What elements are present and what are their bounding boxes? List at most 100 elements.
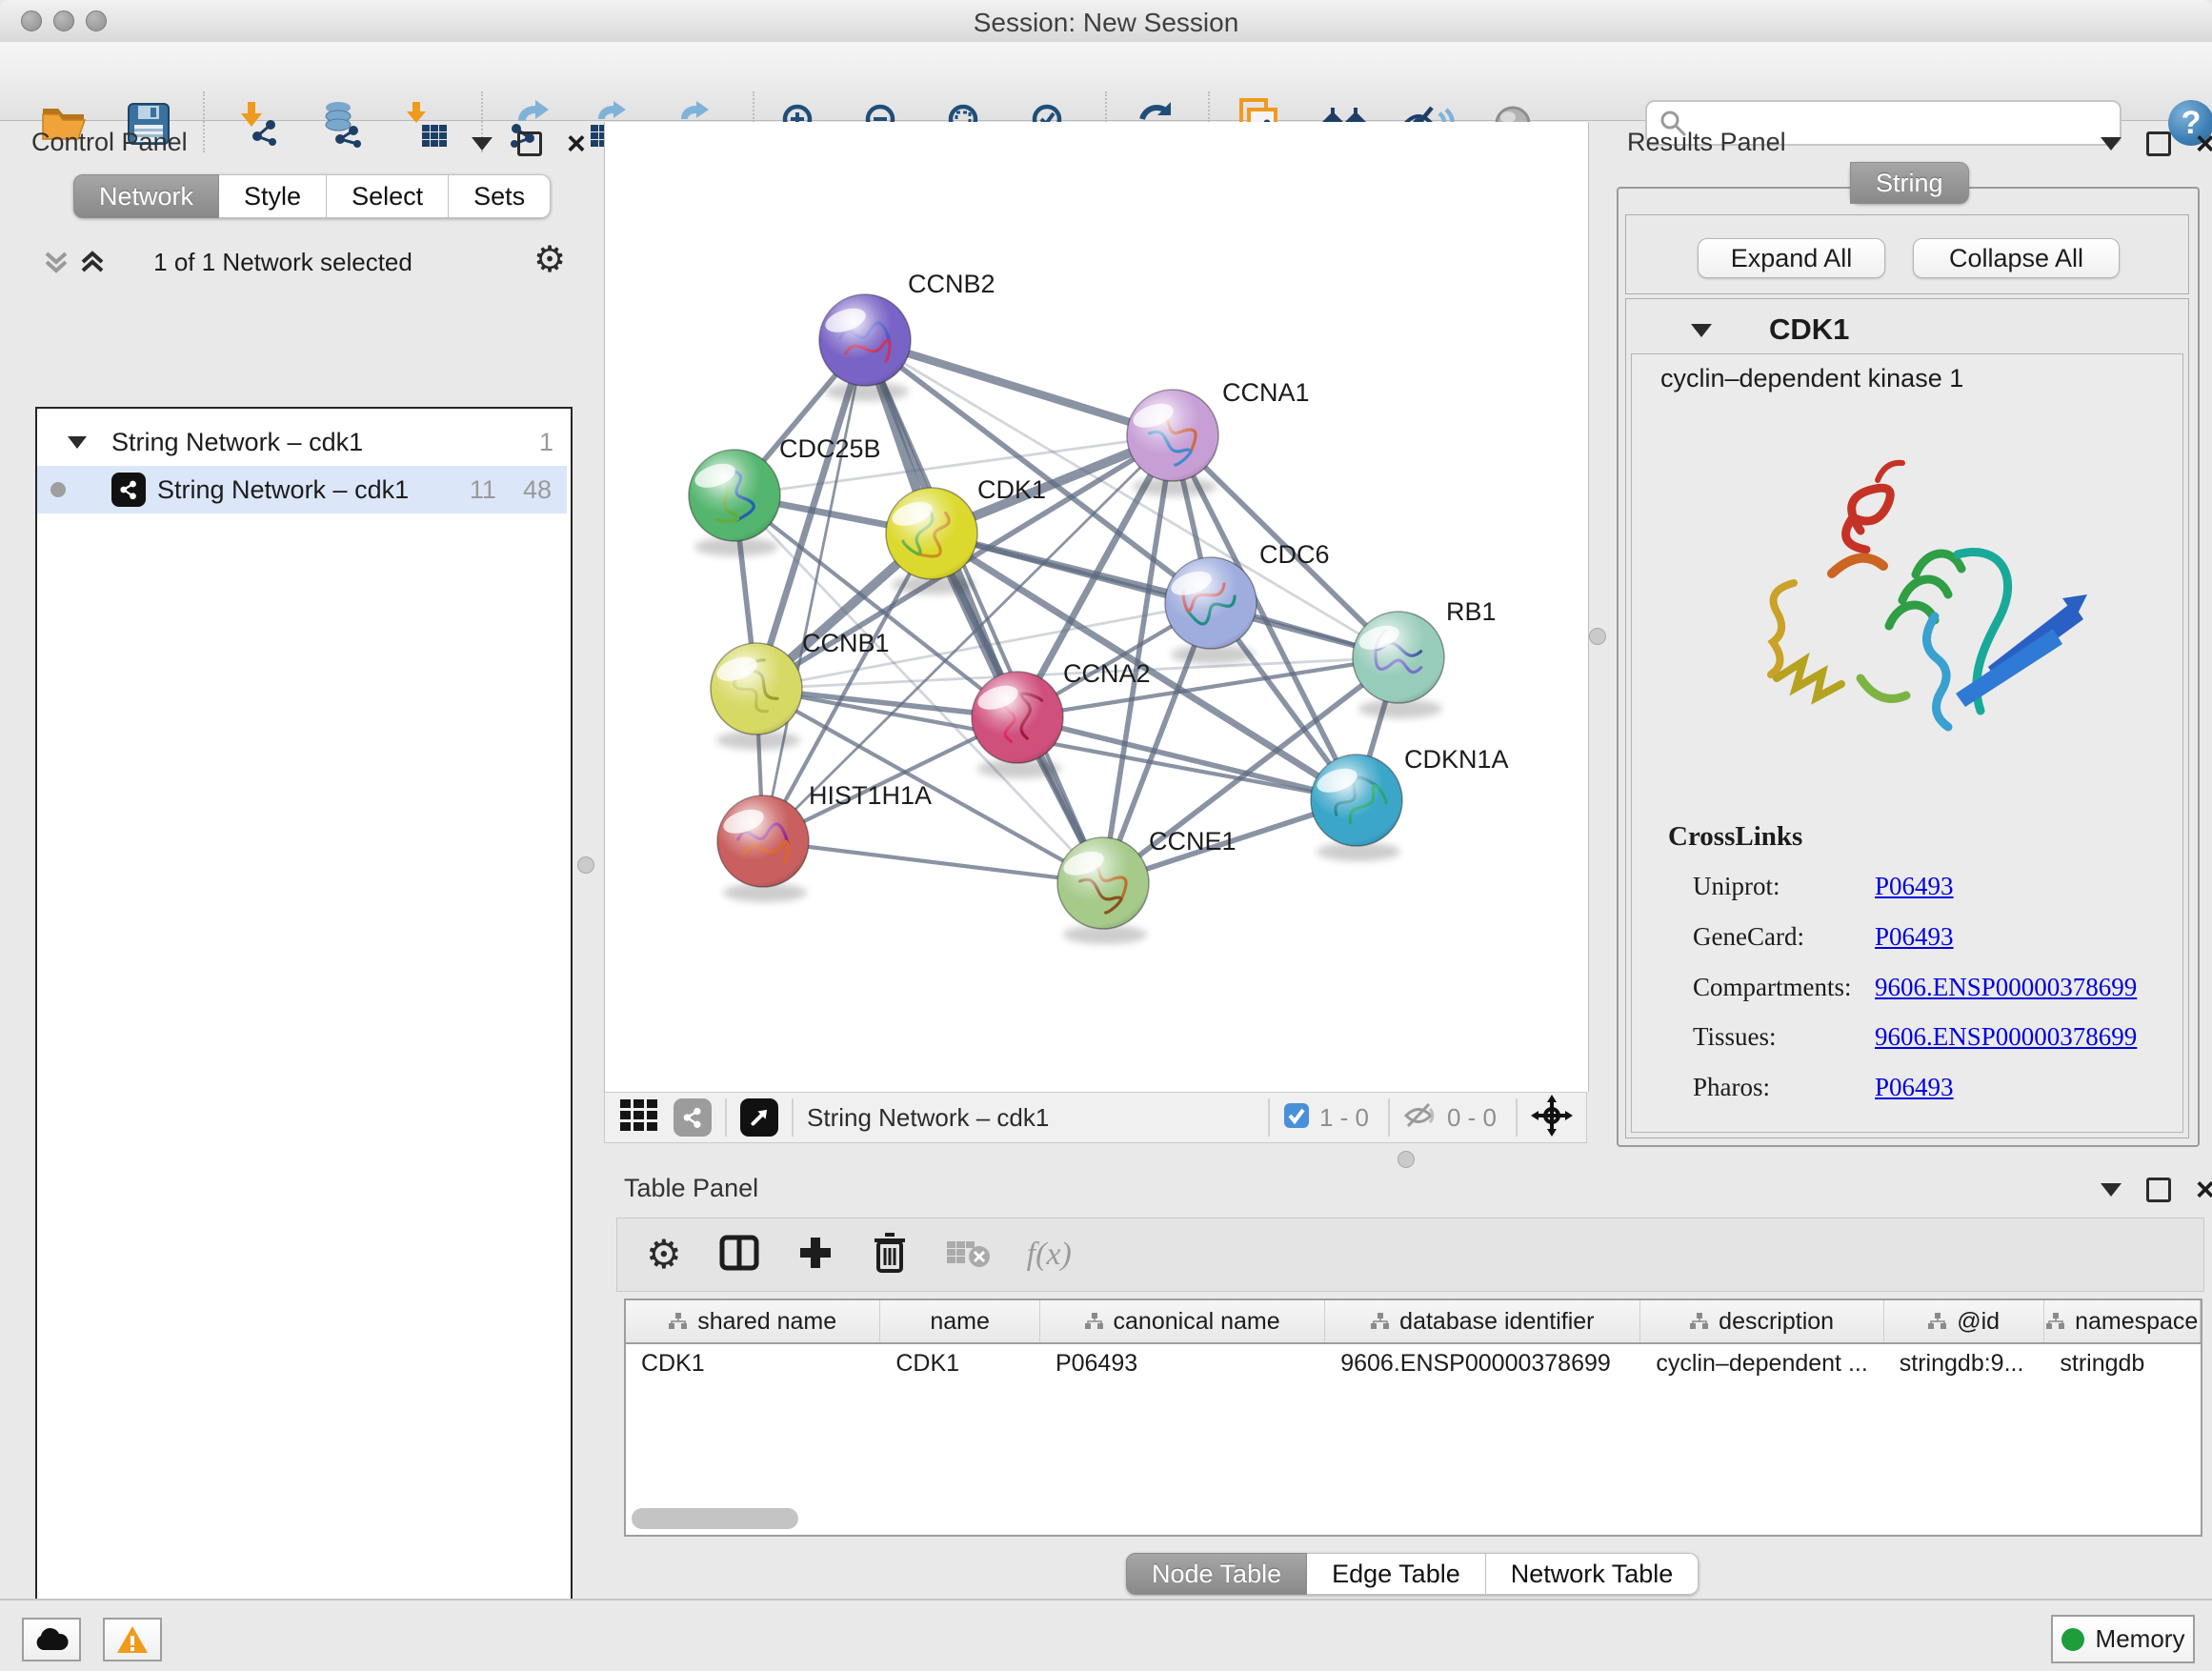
- tab-sets[interactable]: Sets: [449, 174, 551, 218]
- column-header-name[interactable]: name: [880, 1300, 1040, 1342]
- warning-status-button[interactable]: [103, 1618, 162, 1661]
- tab-select[interactable]: Select: [327, 174, 449, 218]
- panel-close-icon[interactable]: ×: [2196, 1180, 2212, 1199]
- crosslink-row: GeneCard:: [1693, 922, 1804, 952]
- table-cell[interactable]: stringdb: [2044, 1344, 2201, 1382]
- panel-menu-icon[interactable]: [2101, 1183, 2122, 1197]
- table-horizontal-scrollbar[interactable]: [632, 1508, 798, 1529]
- toolbar-separator: [1388, 1098, 1390, 1137]
- network-options-gear-icon[interactable]: ⚙: [533, 238, 566, 280]
- column-header-namespace[interactable]: namespace: [2044, 1300, 2201, 1342]
- crosslink-compartments-link[interactable]: 9606.ENSP00000378699: [1875, 973, 2137, 1002]
- table-row[interactable]: CDK1CDK1P064939606.ENSP00000378699cyclin…: [626, 1344, 2201, 1382]
- protein-description: cyclin–dependent kinase 1: [1660, 364, 1963, 393]
- crosslink-tissues-link[interactable]: 9606.ENSP00000378699: [1875, 1022, 2137, 1052]
- collapse-all-button[interactable]: Collapse All: [1913, 238, 2120, 278]
- panel-close-icon[interactable]: ×: [567, 134, 586, 153]
- network-view-title: String Network – cdk1: [807, 1103, 1049, 1133]
- tab-string[interactable]: String: [1850, 162, 1969, 204]
- horizontal-splitter-handle[interactable]: [1398, 1151, 1415, 1168]
- selected-nodes-checkbox-icon[interactable]: [1283, 1102, 1310, 1134]
- toolbar-separator: [1268, 1098, 1270, 1137]
- table-cell[interactable]: stringdb:9...: [1884, 1344, 2045, 1382]
- crosslink-pharos-link[interactable]: P06493: [1875, 1073, 1954, 1102]
- node-CDK1[interactable]: [886, 488, 977, 594]
- control-panel-title: Control Panel: [31, 128, 188, 157]
- cloud-status-button[interactable]: [22, 1618, 81, 1661]
- network-view-toolbar: String Network – cdk1 1 - 0 0 - 0: [604, 1092, 1587, 1143]
- tab-network-table[interactable]: Network Table: [1486, 1553, 1699, 1595]
- main-toolbar: ?: [0, 42, 2212, 121]
- column-header-database-identifier[interactable]: database identifier: [1325, 1300, 1640, 1342]
- table-cell[interactable]: CDK1: [626, 1344, 880, 1382]
- tab-network[interactable]: Network: [73, 174, 219, 218]
- network-canvas[interactable]: CCNB2CCNA1CDC25BCDK1CDC6RB1CCNB1CCNA2CDK…: [604, 122, 1589, 1092]
- node-CCNA1[interactable]: [1127, 390, 1218, 496]
- network-edge-count: 48: [523, 475, 552, 505]
- status-bar: [0, 1599, 2212, 1671]
- string-network-badge-icon[interactable]: [674, 1098, 712, 1137]
- panel-menu-icon[interactable]: [472, 137, 493, 151]
- network-collection-row[interactable]: String Network – cdk1 1: [37, 418, 567, 466]
- edge-CCNB2-HIST1H1A[interactable]: [763, 340, 865, 841]
- panel-float-icon[interactable]: [517, 131, 542, 156]
- network-row-selected[interactable]: String Network – cdk1 11 48: [37, 466, 567, 513]
- table-cell[interactable]: cyclin–dependent ...: [1640, 1344, 1883, 1382]
- control-panel-tabs: Network Style Select Sets: [73, 174, 551, 218]
- protein-section-collapse-icon[interactable]: [1691, 324, 1712, 337]
- toolbar-separator: [1516, 1098, 1518, 1137]
- panel-float-icon[interactable]: [2146, 131, 2171, 156]
- grid-view-icon[interactable]: [618, 1097, 660, 1138]
- tab-node-table[interactable]: Node Table: [1126, 1553, 1307, 1595]
- shared-column-icon: [1371, 1313, 1390, 1330]
- node-CCNE1[interactable]: [1057, 837, 1149, 944]
- collapse-all-networks-icon[interactable]: [40, 246, 72, 283]
- column-header-description[interactable]: description: [1640, 1300, 1883, 1342]
- node-label-CDKN1A: CDKN1A: [1404, 745, 1509, 774]
- table-cell[interactable]: P06493: [1040, 1344, 1325, 1382]
- node-CCNB2[interactable]: [819, 294, 911, 401]
- memory-status-dot: [2061, 1628, 2084, 1651]
- tab-edge-table[interactable]: Edge Table: [1307, 1553, 1486, 1595]
- node-HIST1H1A[interactable]: [717, 795, 809, 902]
- crosslink-uniprot-link[interactable]: P06493: [1875, 872, 1954, 901]
- column-header-canonical-name[interactable]: canonical name: [1040, 1300, 1325, 1342]
- table-panel-tabs: Node Table Edge Table Network Table: [1126, 1553, 1699, 1595]
- right-splitter-handle[interactable]: [1589, 628, 1606, 645]
- node-RB1[interactable]: [1353, 612, 1444, 718]
- node-CDC6[interactable]: [1165, 557, 1257, 664]
- edge-HIST1H1A-CCNE1[interactable]: [763, 841, 1103, 883]
- node-CCNB1[interactable]: [711, 643, 802, 750]
- birdseye-view-icon[interactable]: [740, 1098, 778, 1137]
- column-header-@id[interactable]: @id: [1884, 1300, 2045, 1342]
- node-CDC25B[interactable]: [689, 450, 780, 556]
- fit-selected-move-icon[interactable]: [1531, 1095, 1573, 1141]
- show-column-icon[interactable]: [718, 1232, 760, 1278]
- collection-expand-icon[interactable]: [68, 436, 87, 449]
- panel-close-icon[interactable]: ×: [2196, 134, 2212, 153]
- panel-float-icon[interactable]: [2146, 1178, 2171, 1202]
- create-column-icon[interactable]: [796, 1234, 835, 1277]
- node-CCNA2[interactable]: [972, 672, 1063, 778]
- node-table[interactable]: shared namenamecanonical namedatabase id…: [624, 1299, 2202, 1537]
- table-cell[interactable]: CDK1: [880, 1344, 1040, 1382]
- column-header-shared-name[interactable]: shared name: [626, 1300, 880, 1342]
- control-panel-window-controls: ×: [472, 131, 586, 156]
- network-list: String Network – cdk1 1 String Network –…: [35, 407, 573, 1671]
- crosslink-genecard-link[interactable]: P06493: [1875, 922, 1954, 952]
- expand-all-networks-icon[interactable]: [76, 246, 109, 283]
- network-graph[interactable]: CCNB2CCNA1CDC25BCDK1CDC6RB1CCNB1CCNA2CDK…: [605, 122, 1588, 1092]
- expand-all-button[interactable]: Expand All: [1698, 238, 1885, 278]
- node-CDKN1A[interactable]: [1311, 755, 1402, 861]
- memory-button[interactable]: Memory: [2051, 1615, 2195, 1663]
- table-options-gear-icon[interactable]: ⚙: [646, 1235, 682, 1275]
- toolbar-separator: [725, 1098, 727, 1137]
- edge-CCNB2-CCNA1[interactable]: [865, 340, 1173, 435]
- shared-column-icon: [669, 1313, 688, 1330]
- tab-style[interactable]: Style: [219, 174, 327, 218]
- delete-column-icon[interactable]: [871, 1231, 909, 1279]
- table-cell[interactable]: 9606.ENSP00000378699: [1325, 1344, 1640, 1382]
- left-splitter-handle[interactable]: [577, 856, 594, 874]
- panel-menu-icon[interactable]: [2101, 137, 2122, 151]
- node-label-CDK1: CDK1: [977, 475, 1046, 504]
